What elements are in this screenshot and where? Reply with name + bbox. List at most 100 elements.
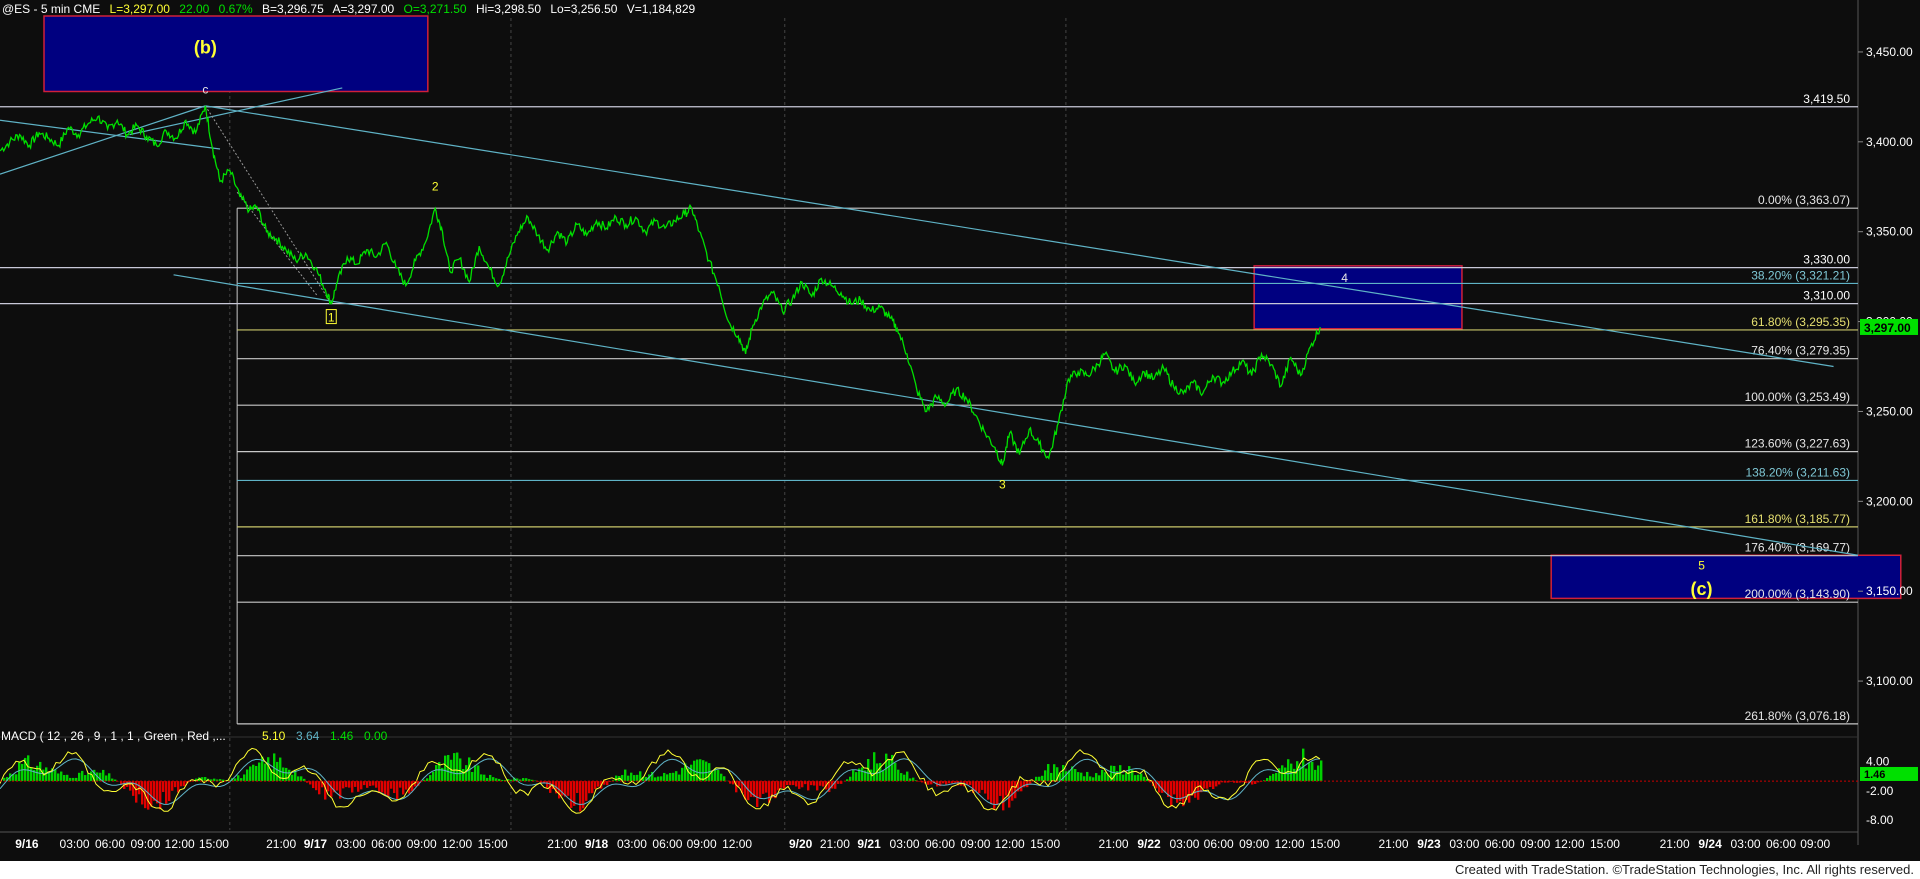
- x-tick-label: 21:00: [266, 837, 296, 851]
- macd-histogram-bar: [1275, 772, 1278, 782]
- x-tick-label: 06:00: [371, 837, 401, 851]
- macd-histogram-bar: [1038, 776, 1041, 782]
- macd-histogram-bar: [1308, 762, 1311, 782]
- macd-y-tick-label: -2.00: [1866, 784, 1894, 798]
- macd-histogram-bar: [183, 781, 186, 787]
- macd-reading: 5.10: [262, 729, 286, 743]
- macd-histogram-bar: [381, 781, 384, 793]
- chart-canvas[interactable]: 3,419.50 3,330.00 3,310.00 0.00% (3,363.07)…: [0, 0, 1920, 879]
- macd-histogram-bar: [405, 781, 408, 790]
- macd-histogram-bar: [90, 771, 93, 782]
- macd-histogram-bar: [801, 781, 804, 788]
- macd-histogram-bar: [738, 781, 741, 787]
- x-tick-label: 09:00: [960, 837, 990, 851]
- macd-histogram-bar: [315, 781, 318, 791]
- high-price: Hi=3,298.50: [476, 2, 541, 16]
- macd-histogram-bar: [861, 767, 864, 782]
- macd-title: MACD ( 12 , 26 , 9 , 1 , 1 , Green , Red…: [1, 729, 226, 743]
- macd-histogram-bar: [720, 773, 723, 782]
- macd-histogram-bar: [888, 759, 891, 782]
- macd-histogram-bar: [1209, 781, 1212, 788]
- macd-histogram-bar: [669, 773, 672, 782]
- x-tick-label: 06:00: [925, 837, 955, 851]
- macd-histogram-bar: [717, 770, 720, 782]
- macd-histogram-bar: [1320, 760, 1323, 782]
- macd-histogram-bar: [336, 781, 339, 791]
- macd-histogram-bar: [429, 775, 432, 782]
- macd-histogram-bar: [660, 776, 663, 782]
- macd-histogram-bar: [312, 781, 315, 789]
- y-tick-label: 3,350.00: [1866, 225, 1913, 239]
- macd-histogram-bar: [345, 781, 348, 788]
- x-tick-label: 9/16: [15, 837, 39, 851]
- macd-histogram-bar: [1284, 767, 1287, 782]
- macd-histogram-bar: [282, 767, 285, 782]
- macd-histogram-bar: [480, 774, 483, 782]
- x-tick-label: 03:00: [60, 837, 90, 851]
- macd-histogram-bar: [237, 775, 240, 782]
- macd-histogram-bar: [657, 776, 660, 782]
- macd-histogram-bar: [666, 774, 669, 782]
- fib-level-label: 161.80% (3,185.77): [1745, 512, 1850, 526]
- macd-histogram-bar: [453, 753, 456, 782]
- macd-histogram-bar: [285, 767, 288, 782]
- macd-histogram-bar: [318, 781, 321, 795]
- macd-histogram-bar: [15, 774, 18, 782]
- target-zone[interactable]: [1253, 265, 1463, 330]
- macd-histogram-bar: [993, 781, 996, 810]
- macd-histogram-bar: [159, 781, 162, 810]
- wave-label: (b): [194, 38, 217, 58]
- wave-label: 5: [1698, 559, 1705, 573]
- macd-reading: 1.46: [330, 729, 354, 743]
- x-tick-label: 09:00: [1520, 837, 1550, 851]
- x-tick-label: 15:00: [199, 837, 229, 851]
- macd-histogram-bar: [300, 776, 303, 782]
- macd-histogram-bar: [180, 781, 183, 787]
- macd-histogram-bar: [1083, 776, 1086, 782]
- macd-histogram-bar: [1095, 773, 1098, 782]
- macd-histogram-bar: [588, 781, 591, 794]
- macd-histogram-bar: [1137, 774, 1140, 782]
- macd-histogram-bar: [897, 769, 900, 782]
- x-tick-label: 03:00: [1169, 837, 1199, 851]
- x-tick-label: 06:00: [1485, 837, 1515, 851]
- macd-histogram-bar: [1104, 772, 1107, 782]
- macd-histogram-bar: [435, 765, 438, 782]
- macd-histogram-bar: [570, 781, 573, 808]
- macd-histogram-bar: [1074, 768, 1077, 782]
- wave-label: c: [202, 82, 208, 96]
- macd-histogram-bar: [1251, 781, 1254, 785]
- macd-histogram-bar: [330, 781, 333, 797]
- macd-histogram-bar: [375, 781, 378, 788]
- target-zone[interactable]: [43, 15, 429, 93]
- macd-histogram-bar: [399, 781, 402, 788]
- symbol-label: @ES - 5 min CME: [2, 2, 100, 16]
- price-level-label: 3,419.50: [1803, 92, 1850, 106]
- macd-histogram-bar: [60, 771, 63, 782]
- macd-histogram-bar: [264, 763, 267, 782]
- macd-histogram-bar: [30, 767, 33, 782]
- macd-histogram-bar: [750, 781, 753, 797]
- fib-level-label: 261.80% (3,076.18): [1745, 709, 1850, 723]
- macd-histogram-bar: [1272, 773, 1275, 782]
- macd-histogram-bar: [1080, 772, 1083, 782]
- macd-histogram-bar: [342, 781, 345, 789]
- x-tick-label: 03:00: [1449, 837, 1479, 851]
- macd-histogram-bar: [348, 781, 351, 788]
- macd-histogram-bar: [1176, 781, 1179, 803]
- x-tick-label: 9/17: [304, 837, 328, 851]
- x-tick-label: 12:00: [165, 837, 195, 851]
- macd-histogram-bar: [984, 781, 987, 794]
- macd-histogram-bar: [630, 772, 633, 782]
- x-tick-label: 9/24: [1698, 837, 1722, 851]
- x-tick-label: 9/23: [1417, 837, 1441, 851]
- volume: V=1,184,829: [627, 2, 696, 16]
- macd-histogram-bar: [852, 770, 855, 782]
- macd-histogram-bar: [1293, 768, 1296, 782]
- macd-y-tick-label: 4.00: [1866, 755, 1890, 769]
- x-tick-label: 15:00: [1310, 837, 1340, 851]
- macd-histogram-bar: [591, 781, 594, 794]
- macd-histogram-bar: [906, 771, 909, 782]
- macd-histogram-bar: [360, 781, 363, 790]
- fib-level-label: 38.20% (3,321.21): [1751, 268, 1850, 282]
